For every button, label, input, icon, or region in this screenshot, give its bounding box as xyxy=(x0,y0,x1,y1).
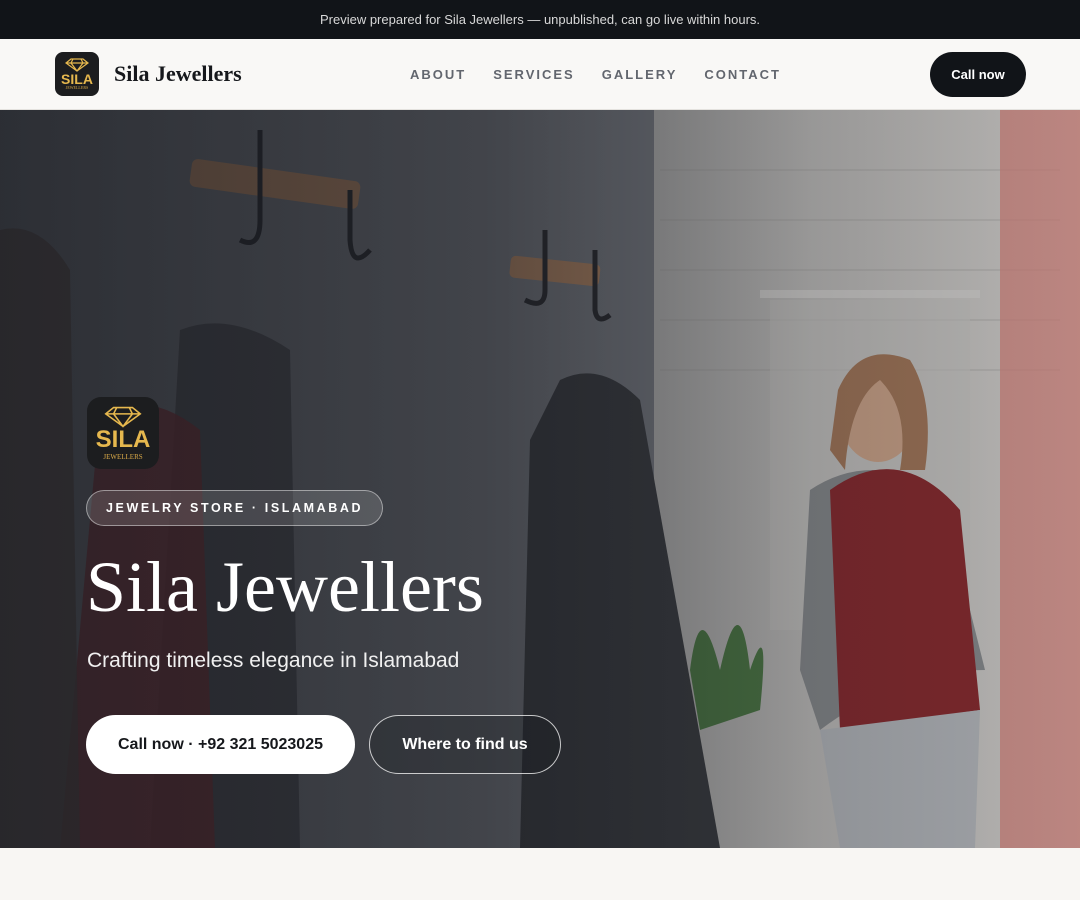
call-now-button[interactable]: Call now · +92 321 5023025 xyxy=(86,715,355,774)
hero-section: SILA JEWELLERS JEWELRY STORE · ISLAMABAD… xyxy=(0,110,1080,848)
nav-link-about[interactable]: ABOUT xyxy=(410,67,466,82)
preview-banner-text: Preview prepared for Sila Jewellers — un… xyxy=(319,12,761,27)
brand-logo-word: SILA xyxy=(61,71,93,87)
brand-logo-sub: JEWELLERS xyxy=(65,85,89,90)
nav-link-contact[interactable]: CONTACT xyxy=(704,67,781,82)
find-us-button[interactable]: Where to find us xyxy=(369,715,561,774)
diamond-icon xyxy=(104,406,142,428)
site-header: SILA JEWELLERS Sila Jewellers ABOUT SERV… xyxy=(0,39,1080,110)
brand[interactable]: SILA JEWELLERS Sila Jewellers xyxy=(55,52,242,96)
preview-banner: Preview prepared for Sila Jewellers — un… xyxy=(0,0,1080,39)
nav-link-gallery[interactable]: GALLERY xyxy=(602,67,678,82)
hero-title: Sila Jewellers xyxy=(86,547,484,627)
header-call-button[interactable]: Call now xyxy=(930,52,1026,97)
category-badge: JEWELRY STORE · ISLAMABAD xyxy=(86,490,384,526)
hero-logo: SILA JEWELLERS xyxy=(87,397,159,469)
hero-logo-word: SILA xyxy=(95,425,151,453)
nav-link-services[interactable]: SERVICES xyxy=(493,67,575,82)
hero-subtitle: Crafting timeless elegance in Islamabad xyxy=(87,649,460,672)
diamond-icon xyxy=(65,58,89,72)
main-nav: ABOUT SERVICES GALLERY CONTACT xyxy=(410,39,781,109)
brand-logo: SILA JEWELLERS xyxy=(55,52,99,96)
brand-name: Sila Jewellers xyxy=(114,61,242,86)
hero-logo-sub: JEWELLERS xyxy=(103,452,143,461)
